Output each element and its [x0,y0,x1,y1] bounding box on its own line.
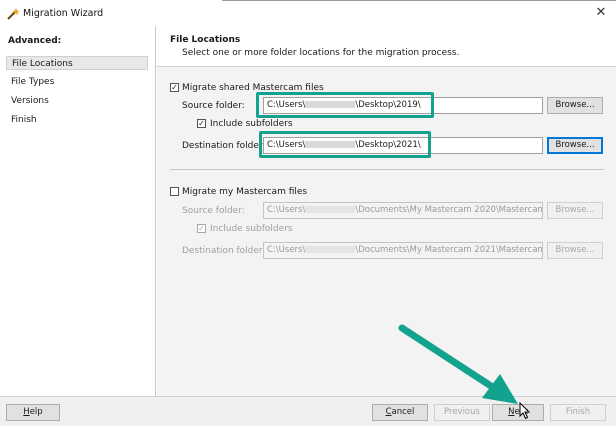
checkmark-icon: ✓ [171,83,178,92]
my-source-browse-button[interactable]: Browse... [547,202,603,219]
migrate-shared-checkbox[interactable]: ✓ [170,83,179,92]
group-separator [170,169,604,170]
wizard-wand-icon [6,7,20,21]
my-destination-label: Destination folder: [182,246,266,256]
shared-destination-browse-button[interactable]: Browse... [547,137,603,154]
my-include-subfolders-checkbox[interactable]: ✓ [197,224,206,233]
close-button[interactable]: ✕ [590,4,612,22]
close-icon: ✕ [595,5,607,20]
mouse-pointer-icon [519,402,531,420]
my-source-field[interactable]: C:\Users\ \Documents\My Mastercam 2020\Ma… [263,202,543,219]
sidebar-item-file-types[interactable]: File Types [6,75,148,89]
destination-highlight-box [259,131,431,158]
my-destination-browse-button[interactable]: Browse... [547,242,603,259]
annotation-arrow-icon [398,324,518,404]
sidebar-item-versions[interactable]: Versions [6,94,148,108]
shared-source-browse-button[interactable]: Browse... [547,97,603,114]
sidebar-heading: Advanced: [8,36,62,46]
help-button[interactable]: Help [6,404,60,421]
page-title: File Locations [170,35,241,45]
redacted-username [305,206,356,213]
migrate-my-label: Migrate my Mastercam files [182,187,308,197]
shared-destination-label: Destination folder: [182,141,266,151]
my-include-subfolders-label: Include subfolders [210,224,293,234]
shared-include-subfolders-label: Include subfolders [210,119,293,129]
checkmark-icon: ✓ [198,224,205,233]
migrate-my-checkbox[interactable] [170,187,179,196]
my-source-label: Source folder: [182,206,245,216]
window-edge-line [222,0,616,1]
window-title: Migration Wizard [23,8,104,19]
finish-button[interactable]: Finish [550,404,606,421]
source-highlight-box [256,92,434,118]
redacted-username [305,246,356,253]
sidebar-item-file-locations[interactable]: File Locations [6,56,148,70]
my-destination-field[interactable]: C:\Users\ \Documents\My Mastercam 2021\Ma… [263,242,543,259]
shared-source-label: Source folder: [182,101,245,111]
page-description: Select one or more folder locations for … [182,48,460,58]
shared-include-subfolders-checkbox[interactable]: ✓ [197,119,206,128]
checkmark-icon: ✓ [198,119,205,128]
sidebar-item-finish[interactable]: Finish [6,113,148,127]
